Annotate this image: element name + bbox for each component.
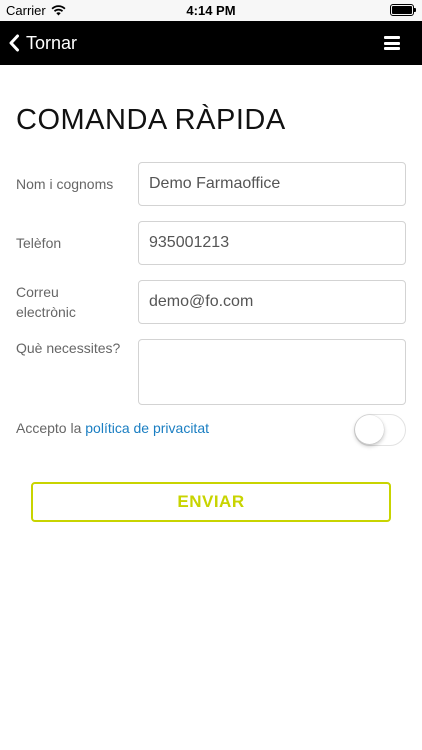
phone-input[interactable]	[138, 221, 406, 265]
battery-icon	[390, 4, 416, 16]
name-label: Nom i cognoms	[16, 176, 114, 192]
privacy-row: Accepto la política de privacitat	[16, 420, 209, 436]
hamburger-menu-icon[interactable]	[384, 36, 400, 50]
back-button[interactable]: Tornar	[8, 21, 77, 65]
page-title: COMANDA RÀPIDA	[16, 104, 286, 136]
email-label: Correu electrònic	[16, 284, 76, 320]
battery-tip	[414, 8, 416, 12]
email-input[interactable]	[138, 280, 406, 324]
back-label: Tornar	[26, 32, 78, 53]
name-input[interactable]	[138, 162, 406, 206]
battery-fill	[392, 6, 412, 14]
status-bar: Carrier 4:14 PM	[0, 0, 422, 21]
submit-button[interactable]: ENVIAR	[31, 482, 391, 522]
needs-label: Què necessites?	[16, 340, 121, 356]
privacy-toggle[interactable]	[354, 414, 406, 446]
privacy-text: Accepto la	[16, 420, 82, 436]
nav-bar: Tornar	[0, 21, 422, 65]
toggle-knob	[355, 415, 384, 444]
privacy-policy-link[interactable]: política de privacitat	[85, 420, 209, 436]
status-time: 4:14 PM	[186, 3, 236, 18]
phone-label: Telèfon	[16, 235, 62, 251]
needs-textarea[interactable]	[138, 339, 406, 405]
chevron-left-icon	[9, 34, 19, 52]
